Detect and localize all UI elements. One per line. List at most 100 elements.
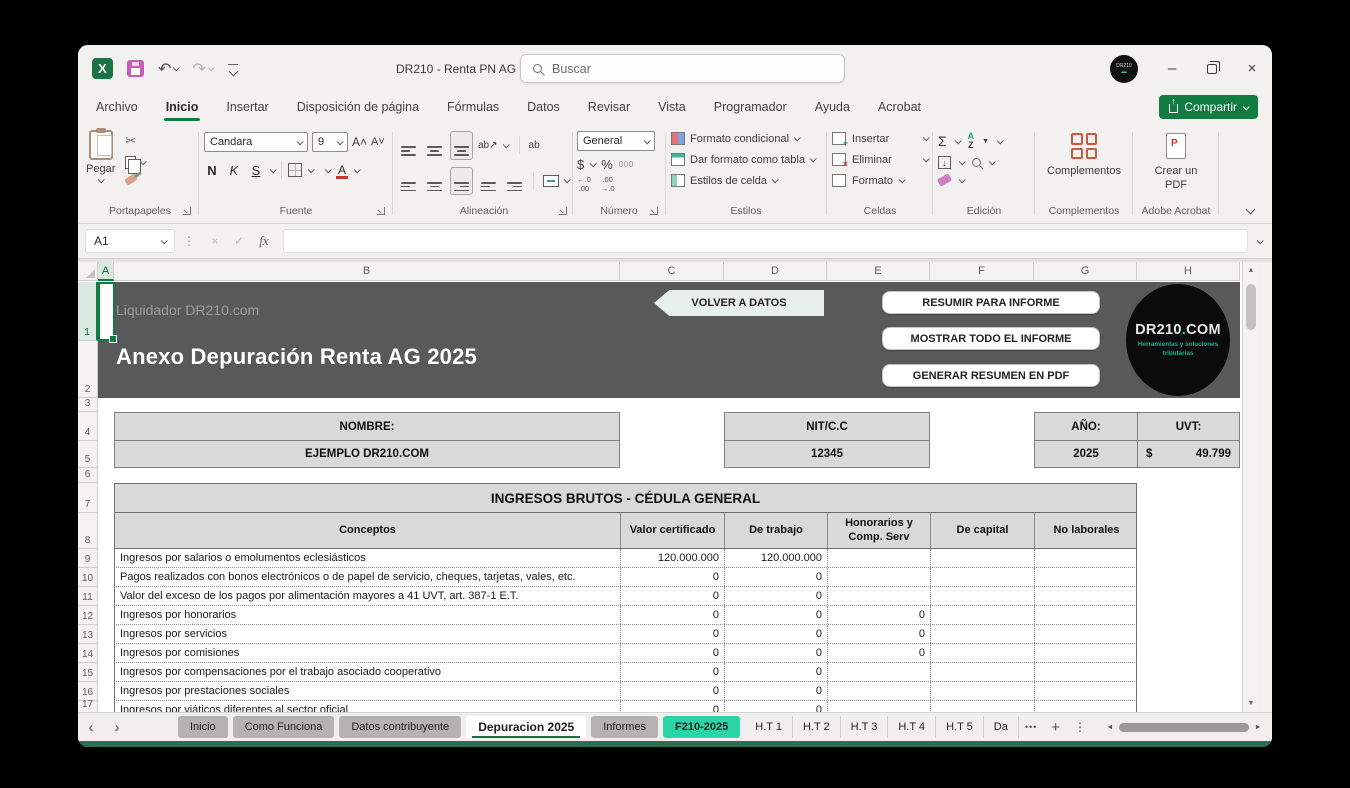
cell-valor[interactable]: 0: [621, 587, 725, 605]
cell-no-laborales[interactable]: [1035, 587, 1138, 605]
tab-options-icon[interactable]: ⋮: [1074, 720, 1086, 734]
bold-button[interactable]: N: [204, 163, 220, 178]
cell-valor[interactable]: 0: [621, 663, 725, 681]
align-top-button[interactable]: [398, 132, 419, 159]
cell-capital[interactable]: [931, 663, 1035, 681]
tab-ayuda[interactable]: Ayuda: [813, 96, 852, 118]
copy-button[interactable]: [125, 156, 145, 169]
align-bottom-button[interactable]: [450, 131, 473, 160]
cell-no-laborales[interactable]: [1035, 701, 1138, 712]
number-format-select[interactable]: General: [577, 131, 655, 151]
borders-menu[interactable]: [308, 166, 315, 173]
increase-indent-button[interactable]: [504, 168, 525, 195]
cell-concepto[interactable]: Ingresos por viáticos diferentes al sect…: [115, 701, 621, 712]
cell-honorarios[interactable]: [828, 663, 931, 681]
cell-capital[interactable]: [931, 549, 1035, 567]
cell-no-laborales[interactable]: [1035, 606, 1138, 624]
tab-acrobat[interactable]: Acrobat: [876, 96, 923, 118]
cut-button[interactable]: ✂: [125, 133, 145, 149]
row-header-6[interactable]: 6: [78, 468, 98, 483]
cell-valor[interactable]: 0: [621, 568, 725, 586]
cell-valor[interactable]: 0: [621, 701, 725, 712]
sort-filter-button[interactable]: AZ: [968, 132, 975, 150]
active-cell-A1[interactable]: [98, 282, 115, 341]
font-name-select[interactable]: Candara: [204, 132, 308, 152]
close-button[interactable]: ×: [1232, 45, 1272, 92]
cell-valor[interactable]: 0: [621, 606, 725, 624]
font-color-button[interactable]: A: [336, 163, 348, 177]
create-pdf-icon[interactable]: [1166, 133, 1186, 159]
clear-menu[interactable]: [959, 176, 966, 183]
vertical-scrollbar[interactable]: ▲ ▼: [1242, 262, 1258, 712]
cell-trabajo[interactable]: 0: [725, 701, 828, 712]
orientation-menu[interactable]: [502, 141, 509, 148]
clear-icon[interactable]: [937, 173, 952, 186]
col-header-H[interactable]: H: [1137, 262, 1240, 281]
scroll-right-icon[interactable]: ►: [1252, 724, 1264, 731]
sheet-tab-datos[interactable]: Datos contribuyente: [339, 716, 461, 738]
row-header-3[interactable]: 3: [78, 398, 98, 412]
scroll-up-icon[interactable]: ▲: [1243, 267, 1259, 274]
cell-capital[interactable]: [931, 701, 1035, 712]
cell-valor[interactable]: 120.000.000: [621, 549, 725, 567]
prev-sheet-icon[interactable]: ‹: [78, 719, 104, 736]
col-header-G[interactable]: G: [1034, 262, 1137, 281]
row-header-7[interactable]: 7: [78, 483, 98, 513]
decrease-indent-button[interactable]: [478, 168, 499, 195]
tab-inicio[interactable]: Inicio: [164, 96, 201, 118]
increase-decimal-button[interactable]: ←.0 .00: [577, 175, 591, 194]
find-select-icon[interactable]: [972, 158, 981, 167]
col-header-C[interactable]: C: [620, 262, 724, 281]
cell-trabajo[interactable]: 120.000.000: [725, 549, 828, 567]
sheet-tab-depuracion[interactable]: Depuracion 2025: [466, 716, 586, 738]
sheet-tab-ht5[interactable]: H.T 5: [936, 716, 984, 738]
uvt-label-cell[interactable]: UVT:: [1137, 412, 1240, 441]
insert-function-icon[interactable]: fx: [251, 233, 277, 249]
currency-menu[interactable]: [590, 160, 597, 167]
row-header-4[interactable]: 4: [78, 412, 98, 441]
horizontal-scrollbar[interactable]: ◄ ►: [1104, 720, 1264, 734]
horizontal-scroll-thumb[interactable]: [1119, 723, 1249, 732]
align-middle-button[interactable]: [424, 132, 445, 159]
row-header-10[interactable]: 10: [78, 568, 98, 587]
cell-valor[interactable]: 0: [621, 625, 725, 643]
col-header-D[interactable]: D: [724, 262, 827, 281]
cell-trabajo[interactable]: 0: [725, 682, 828, 700]
sheet-tab-ht4[interactable]: H.T 4: [888, 716, 936, 738]
scroll-down-icon[interactable]: ▼: [1243, 700, 1259, 707]
col-header-B[interactable]: B: [114, 262, 620, 281]
header-valor[interactable]: Valor certificado: [621, 513, 725, 548]
ano-value-cell[interactable]: 2025: [1034, 440, 1138, 468]
row-header-12[interactable]: 12: [78, 606, 98, 625]
share-button[interactable]: Compartir: [1159, 95, 1258, 119]
uvt-value-cell[interactable]: $49.799: [1137, 440, 1240, 468]
cell-no-laborales[interactable]: [1035, 682, 1138, 700]
excel-app-icon[interactable]: X: [92, 58, 113, 79]
cell-trabajo[interactable]: 0: [725, 663, 828, 681]
delete-cells-button[interactable]: Eliminar: [832, 153, 928, 166]
cell-trabajo[interactable]: 0: [725, 644, 828, 662]
align-right-button[interactable]: [450, 167, 473, 196]
add-sheet-button[interactable]: +: [1051, 719, 1060, 736]
cell-capital[interactable]: [931, 568, 1035, 586]
cell-honorarios[interactable]: [828, 682, 931, 700]
addins-button[interactable]: Complementos: [1047, 165, 1121, 177]
cell-capital[interactable]: [931, 606, 1035, 624]
cell-valor[interactable]: 0: [621, 682, 725, 700]
autosum-button[interactable]: Σ: [938, 133, 947, 149]
nombre-label-cell[interactable]: NOMBRE:: [114, 412, 620, 441]
comma-style-button[interactable]: 000: [619, 160, 634, 169]
cell-trabajo[interactable]: 0: [725, 587, 828, 605]
account-avatar[interactable]: DR210▬: [1110, 55, 1138, 83]
format-painter-icon[interactable]: [124, 173, 138, 186]
tab-vista[interactable]: Vista: [656, 96, 688, 118]
header-de-capital[interactable]: De capital: [931, 513, 1035, 548]
header-honorarios[interactable]: Honorarios y Comp. Serv: [828, 513, 931, 548]
fill-color-menu[interactable]: [325, 166, 332, 173]
row-header-9[interactable]: 9: [78, 549, 98, 568]
italic-button[interactable]: K: [226, 163, 242, 178]
row-header-13[interactable]: 13: [78, 625, 98, 644]
row-header-1[interactable]: 1: [78, 282, 98, 341]
underline-menu[interactable]: [270, 166, 277, 173]
clipboard-dialog-launcher[interactable]: [183, 207, 191, 215]
